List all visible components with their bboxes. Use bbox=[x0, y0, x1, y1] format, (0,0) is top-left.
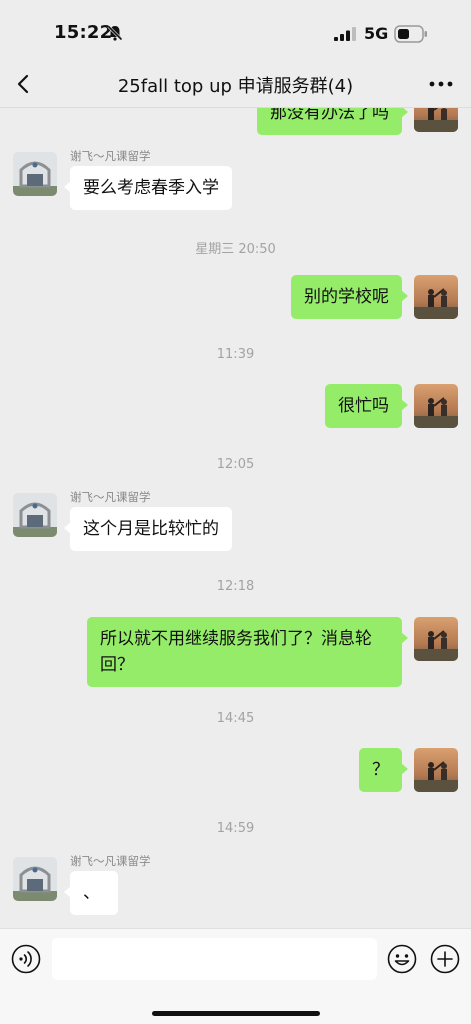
contact-avatar[interactable] bbox=[13, 857, 57, 901]
sender-name: 谢飞～凡课留学 bbox=[70, 854, 151, 868]
message-text: 这个月是比较忙的 bbox=[83, 519, 219, 539]
timestamp: 11:39 bbox=[216, 347, 255, 362]
more-icon[interactable] bbox=[428, 74, 454, 94]
message-bubble-incoming[interactable]: 要么考虑春季入学 bbox=[64, 166, 232, 210]
message-text: 要么考虑春季入学 bbox=[83, 178, 219, 198]
message-bubble-outgoing[interactable]: ？ bbox=[359, 748, 408, 792]
message-text-line: 回？ bbox=[100, 655, 134, 675]
bell-mute-icon bbox=[107, 25, 123, 41]
chat-title: 25fall top up 申请服务群(4) bbox=[117, 76, 354, 97]
input-bar bbox=[0, 928, 471, 1024]
my-avatar[interactable] bbox=[414, 275, 458, 319]
message-text: 很忙吗 bbox=[338, 396, 389, 416]
plus-icon[interactable] bbox=[430, 944, 460, 974]
status-bar: 15:22 5G bbox=[0, 0, 471, 60]
message-text-line: 所以就不用继续服务我们了？消息轮 bbox=[100, 629, 372, 649]
network-label: 5G bbox=[364, 24, 389, 43]
message-input[interactable] bbox=[52, 938, 377, 980]
timestamp: 14:45 bbox=[216, 711, 255, 726]
message-text: ？ bbox=[372, 760, 389, 780]
sender-name: 谢飞～凡课留学 bbox=[70, 149, 151, 163]
timestamp: 星期三 20:50 bbox=[195, 242, 276, 257]
signal-icon bbox=[334, 27, 356, 41]
timestamp: 12:05 bbox=[216, 457, 255, 472]
my-avatar[interactable] bbox=[414, 384, 458, 428]
message-bubble-outgoing[interactable]: 所以就不用继续服务我们了？消息轮 回？ bbox=[87, 617, 408, 687]
timestamp: 14:59 bbox=[216, 821, 255, 836]
message-bubble-outgoing[interactable]: 很忙吗 bbox=[325, 384, 408, 428]
timestamp: 12:18 bbox=[216, 579, 255, 594]
sender-name: 谢飞～凡课留学 bbox=[70, 490, 151, 504]
message-bubble-incoming[interactable]: 、 bbox=[64, 871, 118, 915]
battery-icon bbox=[394, 25, 427, 43]
contact-avatar[interactable] bbox=[13, 152, 57, 196]
message-text: 别的学校呢 bbox=[304, 287, 389, 307]
home-indicator[interactable] bbox=[152, 1011, 320, 1016]
voice-icon[interactable] bbox=[11, 944, 41, 974]
my-avatar[interactable] bbox=[414, 748, 458, 792]
nav-bar: 25fall top up 申请服务群(4) bbox=[0, 60, 471, 108]
contact-avatar[interactable] bbox=[13, 493, 57, 537]
status-time: 15:22 bbox=[54, 22, 113, 43]
chat-screen: 那没有办法了吗 谢飞～凡课留学 要么考虑春季入学 星期三 20:50 别的学校呢… bbox=[0, 0, 471, 1024]
message-list[interactable]: 那没有办法了吗 谢飞～凡课留学 要么考虑春季入学 星期三 20:50 别的学校呢… bbox=[0, 60, 471, 928]
emoji-icon[interactable] bbox=[387, 944, 417, 974]
message-bubble-incoming[interactable]: 这个月是比较忙的 bbox=[64, 507, 232, 551]
my-avatar[interactable] bbox=[414, 617, 458, 661]
message-text: 、 bbox=[83, 883, 100, 903]
message-bubble-outgoing[interactable]: 别的学校呢 bbox=[291, 275, 408, 319]
